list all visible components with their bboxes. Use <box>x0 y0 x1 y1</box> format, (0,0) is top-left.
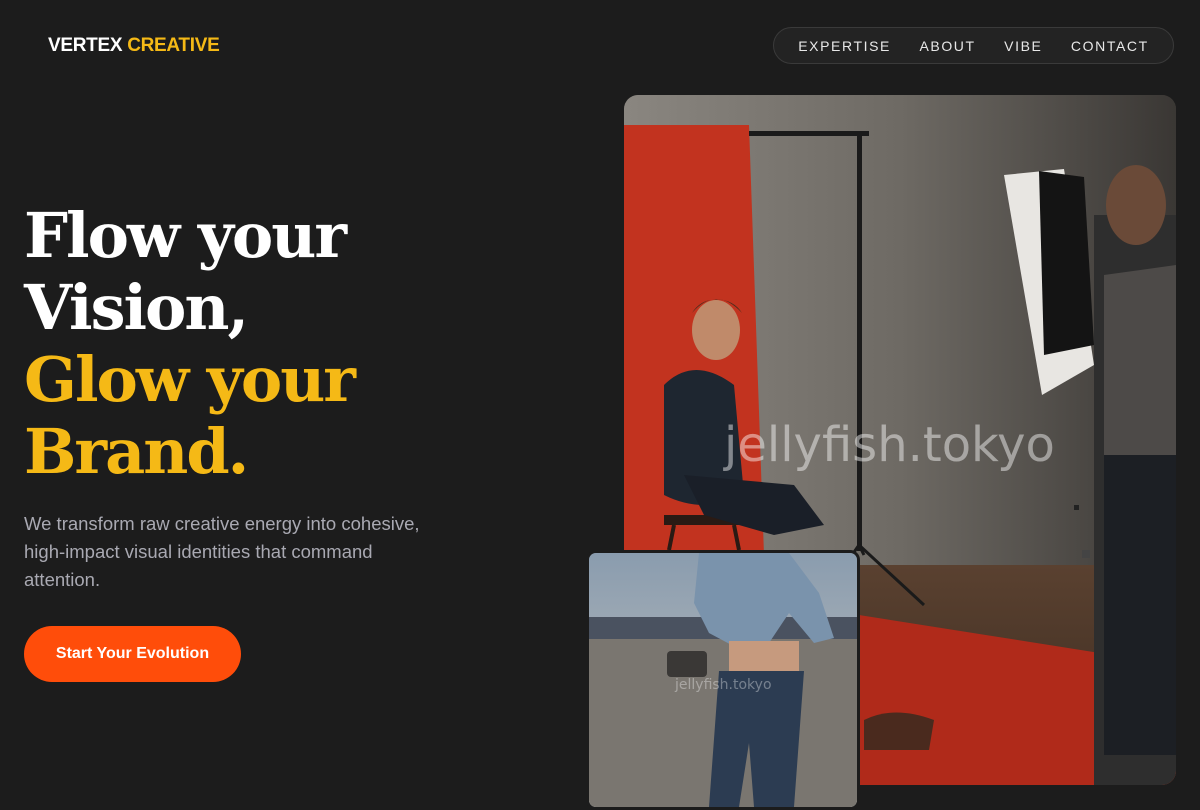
nav-link-about[interactable]: ABOUT <box>919 38 975 54</box>
hero-line-4: Brand. <box>24 415 249 488</box>
nav-link-expertise[interactable]: EXPERTISE <box>798 38 891 54</box>
hero-line-3: Glow your <box>24 343 356 416</box>
hero-line-1: Flow your <box>24 199 347 272</box>
start-evolution-button[interactable]: Start Your Evolution <box>24 626 241 682</box>
main-nav: EXPERTISE ABOUT VIBE CONTACT <box>773 27 1174 64</box>
brand-logo[interactable]: VERTEX CREATIVE <box>48 35 220 57</box>
nav-link-vibe[interactable]: VIBE <box>1004 38 1042 54</box>
nav-link-contact[interactable]: CONTACT <box>1071 38 1149 54</box>
hero-subtitle: We transform raw creative energy into co… <box>24 513 420 590</box>
hero-line-2: Vision, <box>24 271 249 344</box>
inset-photo-watermark: jellyfish.tokyo <box>675 677 772 693</box>
fashion-photo: jellyfish.tokyo <box>586 550 860 810</box>
brand-name: VERTEX <box>48 35 123 56</box>
brand-accent: CREATIVE <box>127 35 220 56</box>
photo-watermark: jellyfish.tokyo <box>724 417 1055 473</box>
hero-title: Flow your Vision, Glow your Brand. <box>24 199 356 488</box>
